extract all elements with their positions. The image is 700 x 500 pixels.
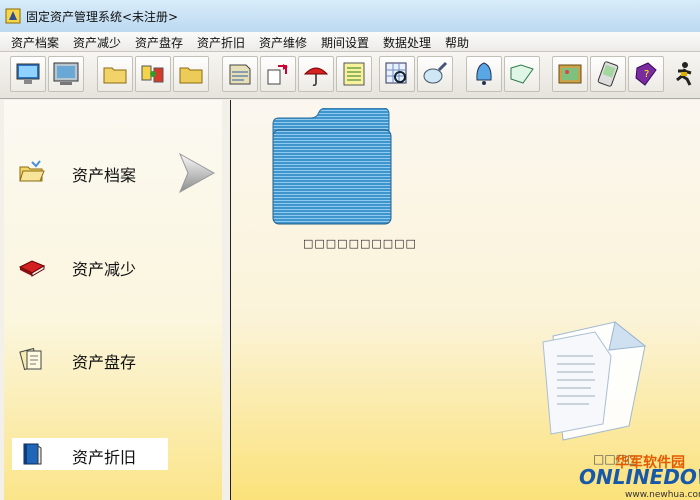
menu-period-settings[interactable]: 期间设置 bbox=[319, 34, 371, 51]
swap-button[interactable] bbox=[135, 56, 171, 92]
bell-icon bbox=[476, 62, 492, 85]
toolbar: ? bbox=[0, 52, 700, 99]
transfer-icon bbox=[267, 64, 288, 85]
notebook-button[interactable] bbox=[336, 56, 372, 92]
bell-button[interactable] bbox=[466, 56, 502, 92]
archive-icon bbox=[229, 64, 251, 85]
folder-button[interactable] bbox=[173, 56, 209, 92]
svg-text:?: ? bbox=[644, 69, 649, 80]
archive-button[interactable] bbox=[222, 56, 258, 92]
nav-asset-archive[interactable]: 资产档案 bbox=[12, 156, 168, 188]
document-stack-icon bbox=[19, 347, 42, 371]
picture-button[interactable] bbox=[552, 56, 588, 92]
screen-button[interactable] bbox=[48, 56, 84, 92]
menu-asset-reduce[interactable]: 资产减少 bbox=[71, 34, 123, 51]
blue-book-icon bbox=[23, 443, 42, 465]
panel-divider[interactable] bbox=[222, 100, 231, 500]
menu-asset-archive[interactable]: 资产档案 bbox=[9, 34, 61, 51]
app-icon bbox=[5, 8, 21, 24]
nav-label: 资产减少 bbox=[72, 260, 137, 279]
swap-icon bbox=[141, 65, 164, 83]
notebook-icon bbox=[343, 62, 365, 86]
menu-help[interactable]: 帮助 bbox=[443, 34, 471, 51]
exit-button[interactable] bbox=[666, 56, 700, 92]
nav-asset-reduce[interactable]: 资产减少 bbox=[12, 250, 168, 282]
open-folder-button[interactable] bbox=[97, 56, 133, 92]
left-nav-panel: 资产档案 资产减少 资产盘存 资产折旧 bbox=[4, 100, 223, 500]
arrow-right-icon bbox=[178, 152, 216, 194]
umbrella-button[interactable] bbox=[298, 56, 334, 92]
umbrella-icon bbox=[303, 67, 329, 87]
help-book-icon: ? bbox=[635, 62, 657, 86]
open-folder-icon bbox=[19, 160, 45, 182]
red-book-icon bbox=[18, 260, 46, 277]
menu-data-processing[interactable]: 数据处理 bbox=[381, 34, 433, 51]
nav-asset-inventory[interactable]: 资产盘存 bbox=[12, 343, 168, 375]
book-icon bbox=[510, 64, 534, 84]
magnifier-icon bbox=[423, 61, 448, 84]
nav-label: 资产盘存 bbox=[72, 353, 137, 372]
table-search-button[interactable] bbox=[379, 56, 415, 92]
open-folder-icon bbox=[103, 67, 127, 84]
transfer-button[interactable] bbox=[260, 56, 296, 92]
book-button[interactable] bbox=[504, 56, 540, 92]
title-bar: 固定资产管理系统<未注册> bbox=[0, 0, 700, 33]
menu-asset-inventory[interactable]: 资产盘存 bbox=[133, 34, 185, 51]
runner-icon bbox=[676, 62, 692, 86]
table-search-icon bbox=[385, 62, 407, 84]
folder-icon[interactable] bbox=[271, 108, 393, 226]
monitor-icon bbox=[16, 63, 40, 84]
handheld-icon bbox=[597, 61, 619, 87]
watermark-logo: ONLINEDOWN bbox=[579, 465, 700, 489]
help-book-button[interactable]: ? bbox=[628, 56, 664, 92]
monitor-button[interactable] bbox=[10, 56, 46, 92]
picture-icon bbox=[558, 64, 582, 84]
menu-asset-repair[interactable]: 资产维修 bbox=[257, 34, 309, 51]
menu-bar: 资产档案 资产减少 资产盘存 资产折旧 资产维修 期间设置 数据处理 帮助 bbox=[0, 32, 700, 52]
folder-label: □□□□□□□□□□ bbox=[303, 237, 417, 250]
screen-icon bbox=[53, 62, 79, 85]
nav-label: 资产档案 bbox=[72, 166, 137, 185]
window-title: 固定资产管理系统<未注册> bbox=[26, 10, 179, 24]
nav-asset-depreciation[interactable]: 资产折旧 bbox=[12, 438, 168, 470]
nav-label: 资产折旧 bbox=[72, 448, 137, 467]
handheld-button[interactable] bbox=[590, 56, 626, 92]
main-content: □□□□□□□□□□ □□□□ 华军软件园 ONLINEDOWN www.new… bbox=[231, 100, 700, 500]
folder-icon bbox=[179, 67, 203, 84]
magnifier-button[interactable] bbox=[417, 56, 453, 92]
menu-asset-depreciation[interactable]: 资产折旧 bbox=[195, 34, 247, 51]
watermark-url: www.newhua.com bbox=[625, 490, 700, 500]
document-icon bbox=[542, 321, 647, 441]
